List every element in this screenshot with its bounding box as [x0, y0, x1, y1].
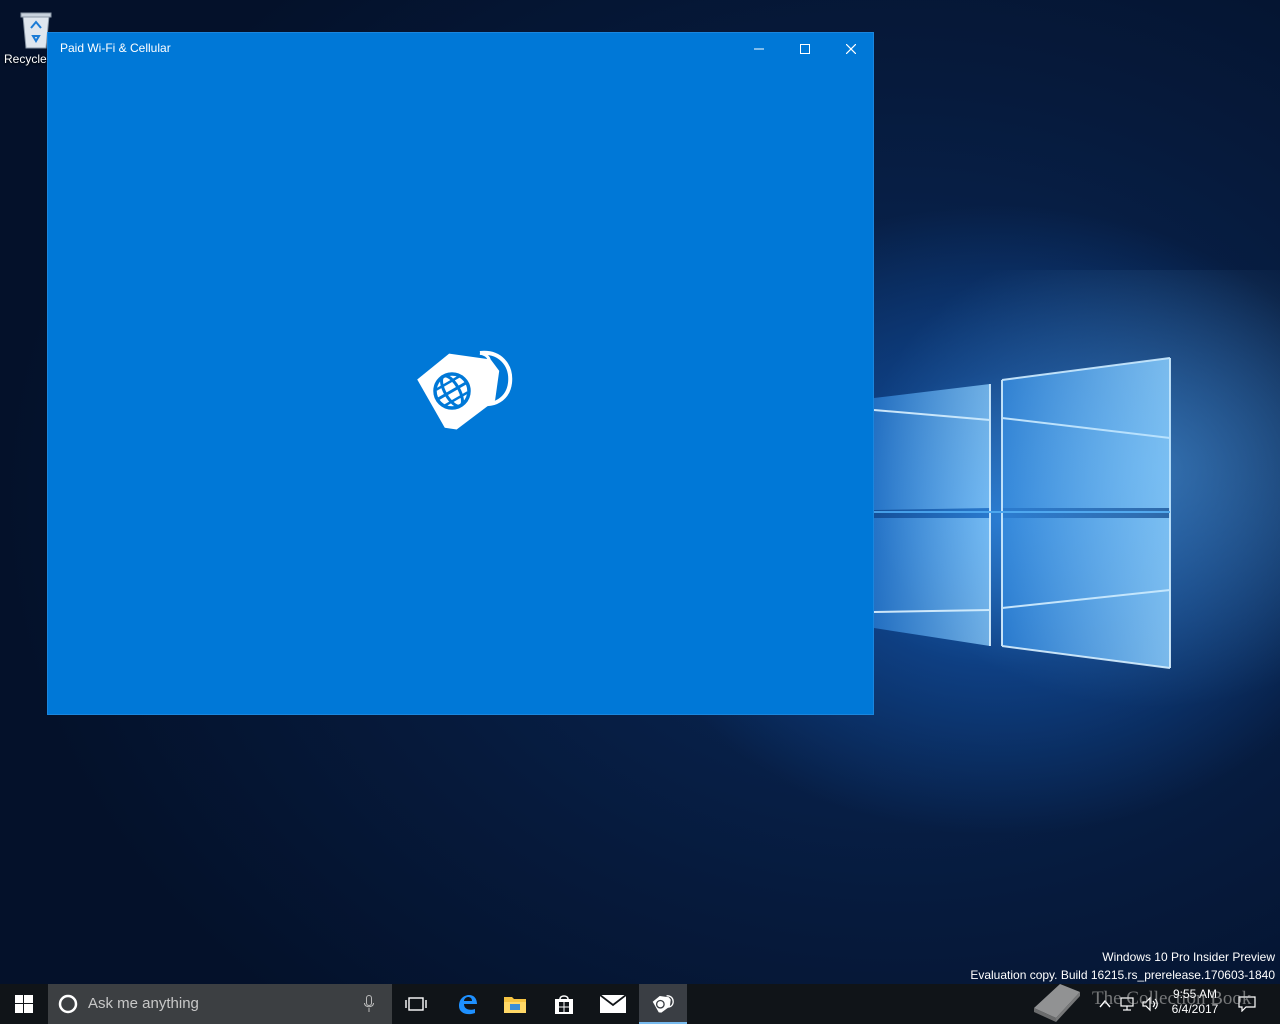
taskbar-file-explorer[interactable]	[491, 984, 539, 1024]
close-button[interactable]	[828, 33, 874, 64]
microphone-icon[interactable]	[364, 995, 374, 1013]
light-beam	[860, 270, 1280, 710]
close-icon	[846, 43, 856, 54]
taskbar-paid-wifi-cellular[interactable]	[639, 984, 687, 1024]
taskbar-mail[interactable]	[589, 984, 637, 1024]
book-logo-icon	[1034, 984, 1080, 1022]
watermark-build: Evaluation copy. Build 16215.rs_prerelea…	[970, 968, 1275, 982]
app-window: Paid Wi-Fi & Cellular	[47, 32, 874, 715]
window-title: Paid Wi-Fi & Cellular	[60, 41, 171, 55]
sim-tag-globe-icon	[652, 995, 674, 1013]
windows-start-icon	[15, 995, 33, 1013]
cortana-icon	[58, 994, 78, 1014]
search-placeholder: Ask me anything	[88, 995, 199, 1012]
minimize-icon	[754, 48, 764, 49]
task-view-button[interactable]	[392, 984, 440, 1024]
taskbar-edge[interactable]	[443, 984, 491, 1024]
maximize-button[interactable]	[782, 33, 828, 64]
folder-icon	[504, 997, 526, 1013]
watermark-edition: Windows 10 Pro Insider Preview	[1102, 950, 1275, 964]
task-view-icon	[405, 997, 427, 1011]
maximize-icon	[800, 43, 810, 54]
store-bag-icon	[555, 995, 573, 1014]
sim-tag-globe-icon	[417, 350, 513, 430]
cortana-search-box[interactable]: Ask me anything	[48, 984, 392, 1024]
taskbar: Ask me anything 9:55 AM 6/4/2017	[0, 984, 1280, 1024]
build-watermark: Windows 10 Pro Insider Preview Evaluatio…	[970, 948, 1275, 984]
start-button[interactable]	[0, 984, 48, 1024]
edge-icon	[459, 995, 477, 1015]
taskbar-store[interactable]	[540, 984, 588, 1024]
title-bar[interactable]: Paid Wi-Fi & Cellular	[48, 33, 873, 64]
mail-icon	[600, 995, 626, 1013]
brand-overlay-text: The Collection Book	[1092, 988, 1252, 1009]
minimize-button[interactable]	[736, 33, 782, 64]
